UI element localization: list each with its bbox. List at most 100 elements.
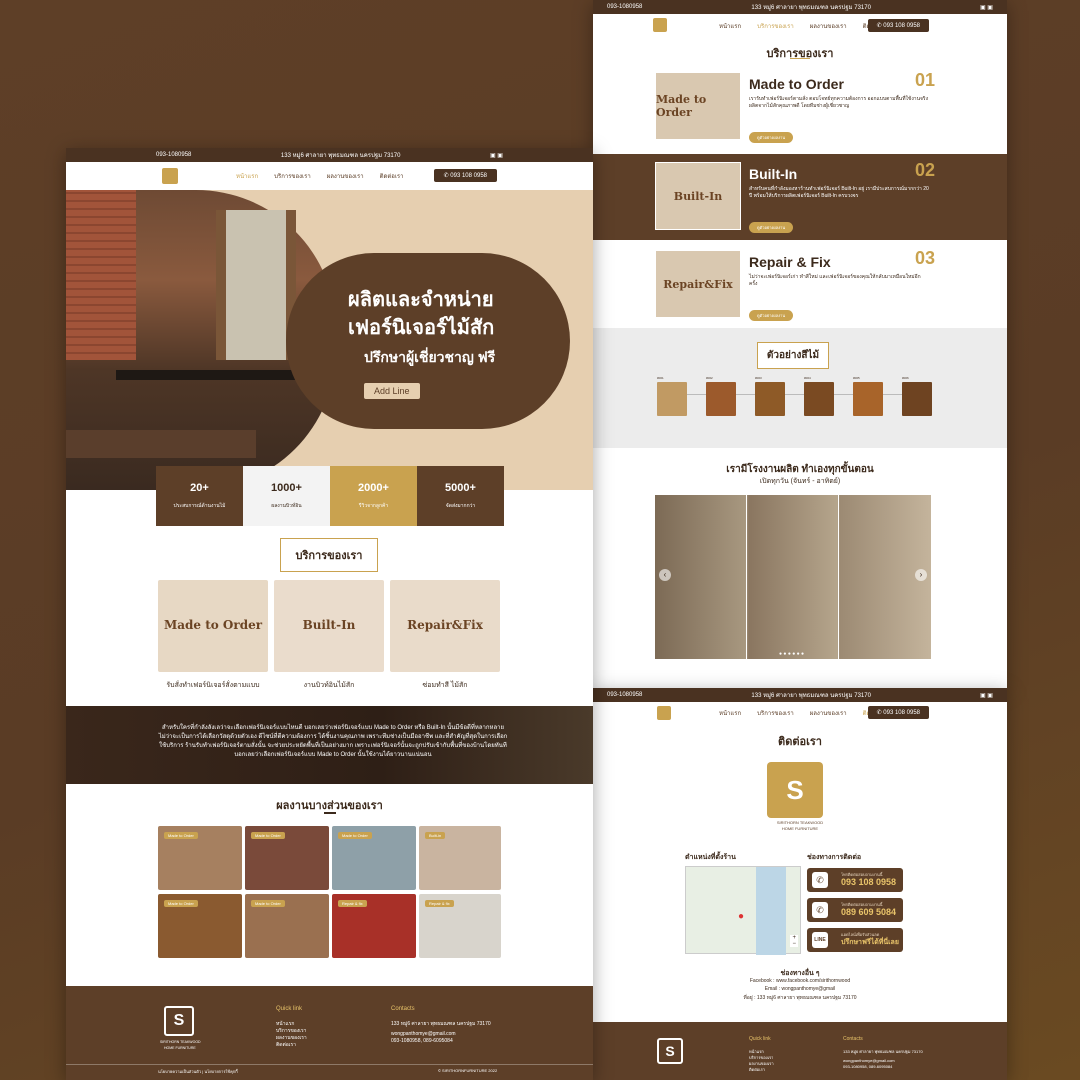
nav-bar: หน้าแรก บริการของเรา ผลงานของเรา ติดต่อเ… [593,702,1007,724]
topbar-address: 133 หมู่6 ศาลายา พุทธมณฑล นครปฐม 73170 [751,693,871,699]
carousel-dots[interactable]: ● ● ● ● ● ● [779,651,804,657]
brick-wall [66,190,136,360]
contact-phone-2[interactable]: ✆ โทรติดต่อสอบถามงานนี้ 089 609 5084 [807,898,903,922]
contacts-title: Contacts [843,1036,863,1042]
contact-phone-1[interactable]: ✆ โทรติดต่อสอบถามงานนี้ 093 108 0958 [807,868,903,892]
portfolio-item[interactable]: Made to Order [158,894,242,958]
service-text: เรารับทำเฟอร์นิเจอร์ตามสั่ง ตอบโจทย์ทุกค… [749,96,929,109]
address-text: ที่อยู่ : 133 หมู่6 ศาลายา พุทธมณฑล นครป… [743,995,857,1001]
title-underline [324,812,336,814]
service-made-to-order: Made to Order Made to Order 01 เรารับทำเ… [593,64,1007,150]
nav-portfolio[interactable]: ผลงานของเรา [810,21,847,31]
photo-divider [838,495,839,659]
nav-services[interactable]: บริการของเรา [757,21,794,31]
topbar-phone: 093-1080958 [156,152,192,158]
service-text: สำหรับคนที่กำลังมองหาร้านทำเฟอร์นิเจอร์ … [749,186,929,199]
quick-link-title: Quick link [749,1036,771,1042]
quick-link[interactable]: ติดต่อเรา [276,1041,296,1049]
logo-icon [162,168,178,184]
line-icon: LINE [812,932,828,948]
portfolio-item[interactable]: Built-in [419,826,501,890]
service-built-in: Built-In Built-In 02 สำหรับคนที่กำลังมอง… [593,154,1007,240]
nav-portfolio[interactable]: ผลงานของเรา [810,708,847,718]
logo-icon [657,706,671,720]
nav-bar: หน้าแรก บริการของเรา ผลงานของเรา ติดต่อเ… [66,162,593,190]
contact-line[interactable]: LINE แอดไลน์เพื่อรับส่วนลด ปรึกษาฟรีได้ท… [807,928,903,952]
map-zoom[interactable]: + − [790,935,798,947]
portfolio-item[interactable]: Made to Order [158,826,242,890]
topbar: 093-1080958 133 หมู่6 ศาลายา พุทธมณฑล นค… [66,148,593,162]
portfolio-item[interactable]: Made to Order [245,826,329,890]
call-button[interactable]: ✆ 093 108 0958 [433,169,497,182]
wood-sample [902,382,932,416]
view-portfolio-button[interactable]: ดูตัวอย่างผลงาน [749,132,794,143]
wood-sample [804,382,834,416]
photo-divider [746,495,747,659]
quick-link[interactable]: ติดต่อเรา [749,1066,765,1073]
map[interactable]: ● + − [685,866,801,955]
factory-gallery: ‹ › ● ● ● ● ● ● [655,495,931,659]
service-number: 02 [914,160,935,180]
wood-code: #006 [902,376,909,380]
service-card-built-in[interactable]: Built-In [274,580,384,672]
service-title: Repair & Fix [749,254,831,270]
hero-subheading: ปรึกษาผู้เชี่ยวชาญ ฟรี [364,349,496,365]
brand-logo: S [767,762,823,818]
next-arrow-icon[interactable]: › [915,569,927,581]
service-card-made-to-order[interactable]: Made to Order [158,580,268,672]
hero: ผลิตและจำหน่าย เฟอร์นิเจอร์ไม้สัก ปรึกษา… [66,190,593,490]
nav-services[interactable]: บริการของเรา [274,171,311,181]
facebook-link[interactable]: Facebook : www.facebook.com/sirithornwoo… [593,978,1007,984]
portfolio-item[interactable]: Made to Order [245,894,329,958]
copyright: © SIRITHORNFURNITURE 2022 [438,1068,498,1073]
services-title: บริการของเรา [280,538,378,572]
nav-home[interactable]: หน้าแรก [719,21,741,31]
channels-title: ช่องทางการติดต่อ [807,854,862,861]
wood-sample [706,382,736,416]
footer-divider [66,1064,593,1065]
wood-samples-section: ตัวอย่างสีไม้ #001 #002 #003 #004 #005 #… [593,328,1007,448]
logo-icon [653,18,667,32]
portfolio-item[interactable]: Made to Order [332,826,416,890]
wood-code: #005 [853,376,860,380]
call-button[interactable]: ✆ 093 108 0958 [867,19,929,32]
nav-services[interactable]: บริการของเรา [757,708,794,718]
right-services-page: 093-1080958 133 หมู่6 ศาลายา พุทธมณฑล นค… [593,0,1007,688]
portfolio-item[interactable]: Repair & fix [332,894,416,958]
info-banner-text: สำหรับใครที่กำลังลังเลว่าจะเลือกเฟอร์นิเ… [158,725,508,758]
prev-arrow-icon[interactable]: ‹ [659,569,671,581]
footer-brand-tagline: HOME FURNITURE [164,1046,196,1050]
nav-portfolio[interactable]: ผลงานของเรา [327,171,364,181]
topbar-address: 133 หมู่6 ศาลายา พุทธมณฑล นครปฐม 73170 [280,153,401,159]
policy-links[interactable]: นโยบายความเป็นส่วนตัว | นโยบายการใช้คุกก… [158,1068,238,1075]
portfolio-item[interactable]: Repair & fix [419,894,501,958]
window [216,210,296,360]
footer-logo: S [657,1038,683,1064]
service-caption: งานบิวท์อินไม้สัก [303,682,355,689]
topbar-address: 133 หมู่6 ศาลายา พุทธมณฑล นครปฐม 73170 [751,5,871,11]
nav-home[interactable]: หน้าแรก [719,708,741,718]
service-caption: ซ่อมทำสี ไม้สัก [422,682,468,689]
call-button[interactable]: ✆ 093 108 0958 [867,706,929,719]
wood-sample [853,382,883,416]
stat-experience: 20+ ประสบการณ์ด้านงานไม้ [156,466,243,526]
footer-phones: 093-1080958, 089-6095084 [843,1064,893,1069]
footer-phones: 093-1080958, 089-6095084 [391,1038,453,1044]
nav-home[interactable]: หน้าแรก [236,171,258,181]
wood-sample [755,382,785,416]
social-icons: ▣ ▣ [979,4,993,11]
topbar-phone: 093-1080958 [607,692,643,698]
phone-icon: ✆ [812,872,828,888]
info-banner: สำหรับใครที่กำลังลังเลว่าจะเลือกเฟอร์นิเ… [66,706,593,784]
map-river [756,867,786,955]
service-number: 03 [914,248,935,268]
wood-code: #004 [804,376,811,380]
service-title: Made to Order [749,76,844,92]
add-line-button[interactable]: Add Line [364,383,420,399]
view-portfolio-button[interactable]: ดูตัวอย่างผลงาน [749,310,794,321]
footer: S Quick link หน้าแรก บริการของเรา ผลงานข… [593,1022,1007,1080]
view-portfolio-button[interactable]: ดูตัวอย่างผลงาน [749,222,794,233]
stat-reviews: 2000+ รีวิวจากลูกค้า [330,466,417,526]
service-card-repair-fix[interactable]: Repair&Fix [390,580,500,672]
nav-contact[interactable]: ติดต่อเรา [380,171,404,181]
